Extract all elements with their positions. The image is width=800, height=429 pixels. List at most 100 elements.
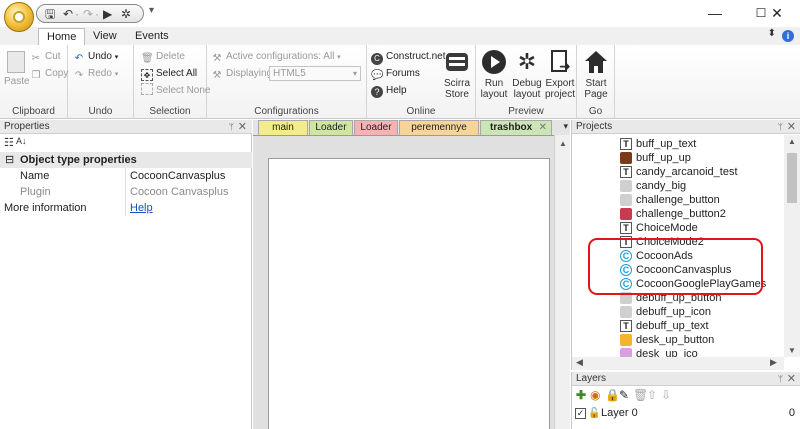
start-page-button[interactable]: Start Page [581,49,611,100]
tab-events[interactable]: Events [127,28,177,45]
save-icon[interactable]: 🖫 [45,7,55,21]
layers-panel: Layers ᛘ ✕ ✚ ◉ 🔒 ✎ 🗑 ⇧ ⇩ ✓ 🔓 Layer 0 0 [571,372,800,429]
constructnet-button[interactable]: C Construct.net [371,49,445,65]
editor-tab-main[interactable]: main [258,120,308,135]
sprite-icon [620,306,632,318]
move-up-icon[interactable]: ⇧ [647,389,657,402]
editor-tab-loader[interactable]: Loader [309,120,353,135]
tab-list-dropdown-icon[interactable]: ▾ [563,121,568,132]
scroll-up-icon[interactable]: ▲ [788,137,796,146]
move-down-icon[interactable]: ⇩ [661,389,671,402]
close-tab-icon[interactable]: ✕ [539,121,547,135]
scroll-up-icon[interactable]: ▲ [559,139,567,148]
selection-group-title: Selection [149,106,191,117]
editor-tab-loader-events[interactable]: Loader [354,120,398,135]
displaying-select[interactable]: HTML5 ▾ [269,66,361,81]
layer-lock-icon[interactable]: 🔓 [588,406,600,421]
close-icon[interactable]: ✕ [238,120,247,134]
run-icon[interactable]: ▶ [103,7,112,21]
property-row[interactable]: Plugin Cocoon Canvasplus [0,184,252,200]
quick-access-more-icon[interactable]: ▾ [149,5,154,16]
help-icon[interactable]: i [782,30,794,42]
quick-access-toolbar: 🖫 ↶ · ↷ · ▶ ✲ [36,4,144,23]
edit-icon[interactable]: ✎ [619,389,629,402]
project-tree[interactable]: Tbuff_up_text buff_up_up Tcandy_arcanoid_t… [572,135,784,357]
undo-group-title: Undo [88,106,113,117]
clipboard-group: Paste ✂ Cut ❐ Copy Clipboard [0,45,68,119]
editor-tab-peremennye[interactable]: peremennye [399,120,479,135]
editor-tab-trashbox[interactable]: trashbox ✕ [480,120,552,135]
sort-alpha-icon[interactable]: A↓ [16,136,27,146]
forums-button[interactable]: 💬 Forums [371,66,420,81]
scroll-left-icon[interactable]: ◀ [576,357,583,368]
help-button[interactable]: ? Help [371,83,407,98]
tab-view[interactable]: View [85,28,125,45]
undo-dropdown-icon[interactable]: · [75,7,79,21]
close-button[interactable]: ✕ [754,0,800,27]
text-icon: T [620,138,632,150]
cut-button[interactable]: ✂ Cut [30,49,61,64]
minimize-button[interactable]: — [692,0,738,27]
close-icon[interactable]: ✕ [787,120,796,134]
editor-scrollbar[interactable]: ▲ [554,135,570,429]
delete-layer-icon[interactable]: 🗑 [633,389,648,402]
pin-icon[interactable]: ᛘ [778,372,783,386]
export-project-button[interactable]: ➜ Export project [544,49,576,100]
redo-dropdown-icon[interactable]: · [95,7,99,21]
chevron-down-icon: ▾ [352,69,357,78]
projects-vertical-scrollbar[interactable]: ▲ ▼ [784,135,800,357]
delete-button[interactable]: 🗑 Delete [141,49,185,64]
layout-canvas[interactable] [268,158,550,429]
text-icon: T [620,166,632,178]
close-icon[interactable]: ✕ [787,372,796,386]
tools-icon: ⚒ [212,70,222,81]
layer-row[interactable]: ✓ 🔓 Layer 0 0 [572,406,800,421]
pin-icon[interactable]: ᛘ [229,120,234,134]
properties-panel: Properties ᛘ ✕ ☷ A↓ ⊟ Object type proper… [0,120,252,429]
export-icon: ➜ [547,49,573,75]
sprite-icon [620,152,632,164]
scroll-down-icon[interactable]: ▼ [788,346,796,355]
app-menu-button[interactable] [4,2,34,32]
selection-group: 🗑 Delete ✥ Select All Select None Selectio… [134,45,210,119]
tab-home[interactable]: Home [38,28,86,45]
object-type-properties-section[interactable]: ⊟ Object type properties [0,152,252,168]
lock-icon[interactable]: 🔒 [605,389,620,402]
redo-icon[interactable]: ↷ [83,7,93,21]
text-icon: T [620,236,632,248]
help-link[interactable]: Help [130,200,153,216]
properties-toolbar: ☷ A↓ [0,135,252,151]
text-icon: T [620,320,632,332]
go-group: Start Page Go [577,45,615,119]
undo-icon[interactable]: ↶ [63,7,73,21]
layer-visible-checkbox[interactable]: ✓ [575,408,586,419]
property-row[interactable]: Name CocoonCanvasplus [0,168,252,184]
pin-icon[interactable]: ᛘ [778,120,783,134]
cocoon-icon: C [620,264,632,276]
add-layer-icon[interactable]: ✚ [576,389,586,402]
undo-button[interactable]: ↶ Undo ▾ [73,49,118,64]
select-all-button[interactable]: ✥ Select All [141,66,197,81]
scissors-icon: ✂ [31,53,41,64]
ribbon-minimize-icon[interactable]: ⬍ [768,28,776,39]
eye-icon[interactable]: ◉ [590,389,600,402]
properties-header: Properties ᛘ ✕ [0,120,252,134]
projects-horizontal-scrollbar[interactable]: ◀ ▶ [572,357,784,370]
scroll-thumb[interactable] [787,153,797,203]
select-none-button[interactable]: Select None [141,83,210,98]
copy-button[interactable]: ❐ Copy [30,66,69,81]
sprite-icon [620,208,632,220]
scirra-store-button[interactable]: Scirra Store [440,49,474,100]
categorized-icon[interactable]: ☷ [4,136,14,149]
run-layout-button[interactable]: Run layout [479,49,509,100]
scroll-right-icon[interactable]: ▶ [770,357,777,368]
more-information-row: More information Help [4,200,153,216]
active-configurations-button[interactable]: ⚒ Active configurations: All ▾ [211,49,341,64]
configurations-group-title: Configurations [254,106,319,117]
debug-layout-button[interactable]: ✲ Debug layout [511,49,543,100]
redo-button[interactable]: ↷ Redo ▾ [73,66,118,81]
layout-view[interactable] [253,135,554,429]
debug-icon[interactable]: ✲ [121,7,131,21]
collapse-icon[interactable]: ⊟ [5,152,14,168]
paste-button[interactable]: Paste [4,51,30,87]
